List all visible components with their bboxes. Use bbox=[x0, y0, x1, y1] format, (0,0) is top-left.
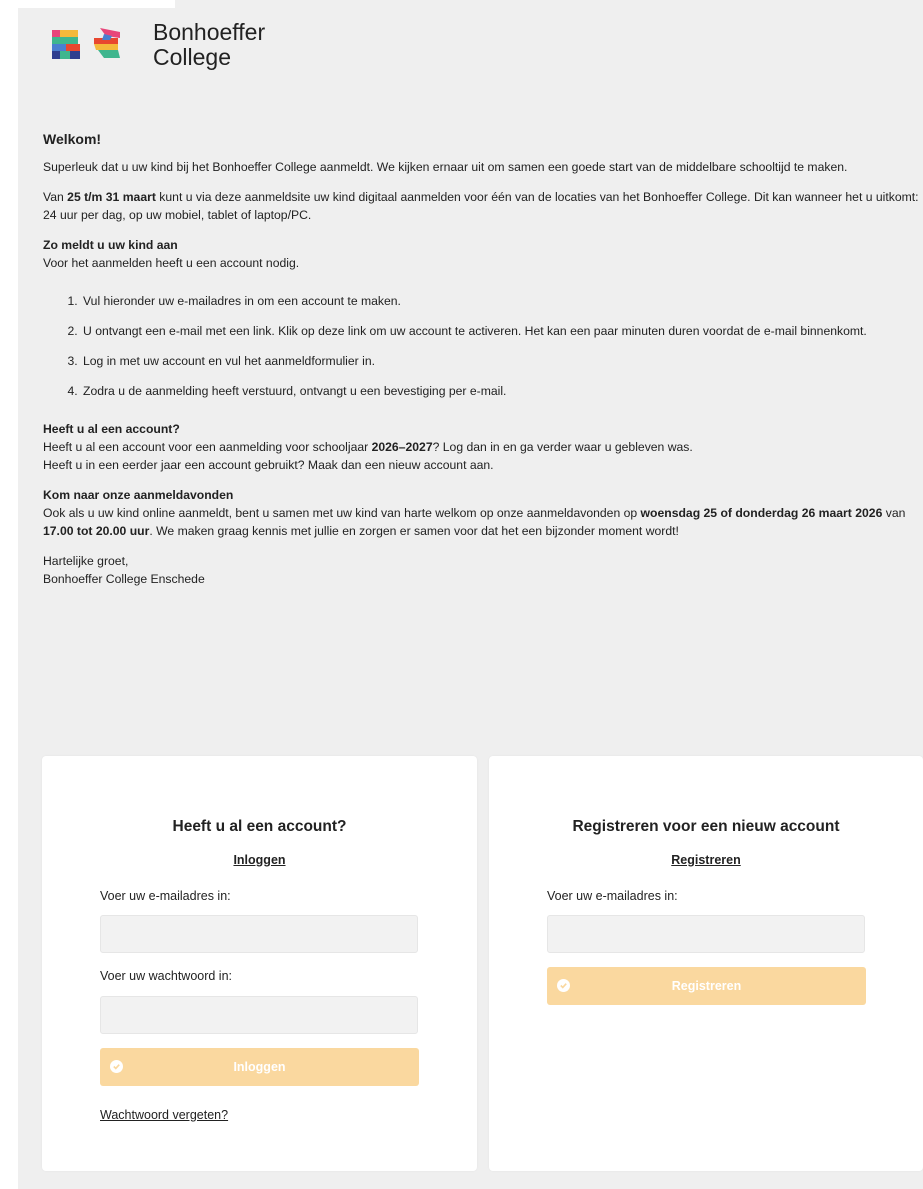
howto-text: Voor het aanmelden heeft u een account n… bbox=[43, 256, 300, 270]
closing-greeting: Hartelijke groet, bbox=[43, 554, 129, 568]
step-item: Vul hieronder uw e-mailadres in om een a… bbox=[81, 292, 921, 310]
login-email-input[interactable] bbox=[100, 915, 418, 953]
welcome-heading: Welkom! bbox=[43, 131, 102, 147]
login-card-title: Heeft u al een account? bbox=[172, 818, 347, 835]
closing: Hartelijke groet, Bonhoeffer College Ens… bbox=[43, 552, 921, 588]
check-circle-icon bbox=[110, 1060, 123, 1073]
register-card-title: Registreren voor een nieuw account bbox=[572, 818, 840, 835]
step-item: Log in met uw account en vul het aanmeld… bbox=[81, 352, 921, 370]
brand-line-2: College bbox=[153, 44, 231, 70]
login-password-input[interactable] bbox=[100, 996, 418, 1034]
steps-list: Vul hieronder uw e-mailadres in om een a… bbox=[43, 292, 921, 400]
intro-text: Welkom! Superleuk dat u uw kind bij het … bbox=[43, 130, 921, 600]
intro-paragraph-1: Superleuk dat u uw kind bij het Bonhoeff… bbox=[43, 160, 848, 174]
register-card: Registreren voor een nieuw account Regis… bbox=[489, 756, 923, 1171]
howto-section: Zo meldt u uw kind aan Voor het aanmelde… bbox=[43, 236, 921, 272]
brand-name: Bonhoeffer College bbox=[153, 20, 265, 70]
account-title: Heeft u al een account? bbox=[43, 422, 180, 436]
login-link[interactable]: Inloggen bbox=[42, 853, 477, 867]
register-email-input[interactable] bbox=[547, 915, 865, 953]
top-strip bbox=[0, 0, 923, 8]
bonhoeffer-college-logo bbox=[52, 28, 120, 59]
login-card: Heeft u al een account? Inloggen Voer uw… bbox=[42, 756, 477, 1171]
evening-title: Kom naar onze aanmeldavonden bbox=[43, 488, 234, 502]
evening-section: Kom naar onze aanmeldavonden Ook als u u… bbox=[43, 486, 921, 540]
howto-title: Zo meldt u uw kind aan bbox=[43, 238, 178, 252]
login-password-label: Voer uw wachtwoord in: bbox=[100, 969, 233, 983]
register-button-label: Registreren bbox=[671, 979, 742, 993]
account-line-2: Heeft u in een eerder jaar een account g… bbox=[43, 458, 494, 472]
register-button[interactable]: Registreren bbox=[547, 967, 866, 1005]
check-circle-icon bbox=[557, 979, 570, 992]
account-section: Heeft u al een account? Heeft u al een a… bbox=[43, 420, 921, 474]
step-item: Zodra u de aanmelding heeft verstuurd, o… bbox=[81, 382, 921, 400]
forgot-password-link[interactable]: Wachtwoord vergeten? bbox=[100, 1108, 228, 1122]
register-email-label: Voer uw e-mailadres in: bbox=[547, 889, 678, 903]
register-link[interactable]: Registreren bbox=[489, 853, 923, 867]
login-email-label: Voer uw e-mailadres in: bbox=[100, 889, 231, 903]
login-button[interactable]: Inloggen bbox=[100, 1048, 419, 1086]
login-button-label: Inloggen bbox=[233, 1060, 286, 1074]
step-item: U ontvangt een e-mail met een link. Klik… bbox=[81, 322, 921, 340]
closing-signature: Bonhoeffer College Enschede bbox=[43, 572, 205, 586]
intro-paragraph-2: Van 25 t/m 31 maart kunt u via deze aanm… bbox=[43, 190, 919, 222]
brand-line-1: Bonhoeffer bbox=[153, 19, 266, 45]
